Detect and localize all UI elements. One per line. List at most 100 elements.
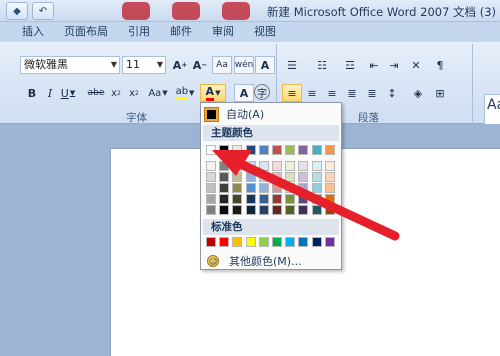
standard-color-swatch[interactable] [285, 237, 295, 247]
office-icon[interactable]: ◆ [6, 2, 28, 20]
theme-shade-swatch[interactable] [298, 183, 308, 193]
theme-shade-swatch[interactable] [206, 161, 216, 171]
theme-color-swatch[interactable] [206, 145, 216, 155]
grow-font-icon[interactable]: A + [170, 56, 190, 74]
theme-shade-swatch[interactable] [285, 183, 295, 193]
theme-color-swatch[interactable] [232, 145, 242, 155]
standard-color-swatch[interactable] [272, 237, 282, 247]
theme-shade-swatch[interactable] [259, 194, 269, 204]
theme-shade-swatch[interactable] [325, 183, 335, 193]
tab-view[interactable]: 视图 [244, 22, 286, 42]
theme-shade-swatch[interactable] [246, 205, 256, 215]
theme-shade-swatch[interactable] [259, 205, 269, 215]
standard-color-swatch[interactable] [259, 237, 269, 247]
theme-shade-swatch[interactable] [246, 172, 256, 182]
tab-page-layout[interactable]: 页面布局 [54, 22, 118, 42]
theme-shade-swatch[interactable] [312, 205, 322, 215]
standard-color-swatch[interactable] [312, 237, 322, 247]
character-shading-icon[interactable]: A [234, 84, 254, 102]
numbering-icon[interactable]: ☷ [312, 56, 332, 74]
multilevel-list-icon[interactable]: ☲ [340, 56, 360, 74]
tab-references[interactable]: 引用 [118, 22, 160, 42]
font-color-button[interactable]: A ▼ [200, 84, 226, 102]
theme-shade-swatch[interactable] [285, 205, 295, 215]
theme-shade-swatch[interactable] [312, 183, 322, 193]
theme-shade-swatch[interactable] [206, 205, 216, 215]
font-name-combo[interactable]: 微软雅黑 ▼ [20, 56, 120, 74]
theme-shade-swatch[interactable] [325, 172, 335, 182]
theme-shade-swatch[interactable] [259, 183, 269, 193]
clear-format-icon[interactable]: Aa [212, 56, 232, 74]
chevron-down-icon[interactable]: ▼ [157, 57, 163, 73]
theme-shade-swatch[interactable] [232, 194, 242, 204]
theme-shade-swatch[interactable] [272, 161, 282, 171]
bullets-icon[interactable]: ☰ [282, 56, 302, 74]
justify-button[interactable]: ≣ [342, 84, 362, 102]
theme-shade-swatch[interactable] [312, 172, 322, 182]
theme-color-swatch[interactable] [312, 145, 322, 155]
theme-shade-swatch[interactable] [246, 183, 256, 193]
align-center-button[interactable]: ≡ [302, 84, 322, 102]
enclosed-character-icon[interactable]: 字 [254, 84, 270, 100]
automatic-color-option[interactable]: 自动(A) [203, 105, 339, 123]
theme-shade-swatch[interactable] [246, 194, 256, 204]
theme-shade-swatch[interactable] [259, 161, 269, 171]
tab-review[interactable]: 审阅 [202, 22, 244, 42]
theme-shade-swatch[interactable] [232, 161, 242, 171]
theme-shade-swatch[interactable] [325, 205, 335, 215]
theme-shade-swatch[interactable] [298, 172, 308, 182]
chevron-down-icon[interactable]: ▼ [111, 57, 117, 73]
align-left-button[interactable]: ≡ [282, 84, 302, 102]
font-size-combo[interactable]: 11 ▼ [122, 56, 166, 74]
theme-shade-swatch[interactable] [325, 161, 335, 171]
theme-shade-swatch[interactable] [272, 194, 282, 204]
theme-shade-swatch[interactable] [219, 194, 229, 204]
align-right-button[interactable]: ≡ [322, 84, 342, 102]
theme-shade-swatch[interactable] [312, 161, 322, 171]
theme-color-swatch[interactable] [219, 145, 229, 155]
theme-color-swatch[interactable] [298, 145, 308, 155]
theme-color-swatch[interactable] [272, 145, 282, 155]
theme-shade-swatch[interactable] [285, 172, 295, 182]
theme-shade-swatch[interactable] [219, 205, 229, 215]
standard-color-swatch[interactable] [219, 237, 229, 247]
bold-button[interactable]: B [22, 84, 42, 102]
increase-indent-icon[interactable]: ⇥ [384, 56, 404, 74]
theme-shade-swatch[interactable] [219, 161, 229, 171]
theme-color-swatch[interactable] [285, 145, 295, 155]
theme-shade-swatch[interactable] [219, 183, 229, 193]
undo-icon[interactable]: ↶ [32, 2, 54, 20]
theme-shade-swatch[interactable] [272, 183, 282, 193]
superscript-button[interactable]: x2 [124, 84, 144, 102]
theme-shade-swatch[interactable] [272, 172, 282, 182]
shrink-font-icon[interactable]: A − [190, 56, 210, 74]
tab-mailings[interactable]: 邮件 [160, 22, 202, 42]
standard-color-swatch[interactable] [206, 237, 216, 247]
theme-shade-swatch[interactable] [298, 194, 308, 204]
theme-shade-swatch[interactable] [246, 161, 256, 171]
theme-shade-swatch[interactable] [206, 183, 216, 193]
theme-shade-swatch[interactable] [285, 161, 295, 171]
line-spacing-icon[interactable]: ↕ [382, 84, 402, 102]
theme-color-swatch[interactable] [246, 145, 256, 155]
change-case-button[interactable]: Aa ▼ [146, 84, 170, 102]
theme-color-swatch[interactable] [259, 145, 269, 155]
decrease-indent-icon[interactable]: ⇤ [364, 56, 384, 74]
borders-icon[interactable]: ⊞ [430, 84, 450, 102]
sort-icon[interactable]: ✕ [406, 56, 426, 74]
standard-color-swatch[interactable] [232, 237, 242, 247]
strikethrough-button[interactable]: abe [86, 84, 106, 102]
theme-color-swatch[interactable] [325, 145, 335, 155]
distributed-button[interactable]: ≣ [362, 84, 382, 102]
theme-shade-swatch[interactable] [232, 183, 242, 193]
character-border-icon[interactable]: A [255, 56, 275, 74]
subscript-button[interactable]: x2 [106, 84, 126, 102]
theme-shade-swatch[interactable] [325, 194, 335, 204]
theme-shade-swatch[interactable] [272, 205, 282, 215]
underline-button[interactable]: U ▼ [58, 84, 78, 102]
highlight-color-button[interactable]: ab ▼ [174, 84, 196, 102]
more-colors-option[interactable]: ☺ 其他颜色(M)... [203, 253, 339, 269]
theme-shade-swatch[interactable] [298, 205, 308, 215]
standard-color-swatch[interactable] [298, 237, 308, 247]
theme-shade-swatch[interactable] [312, 194, 322, 204]
